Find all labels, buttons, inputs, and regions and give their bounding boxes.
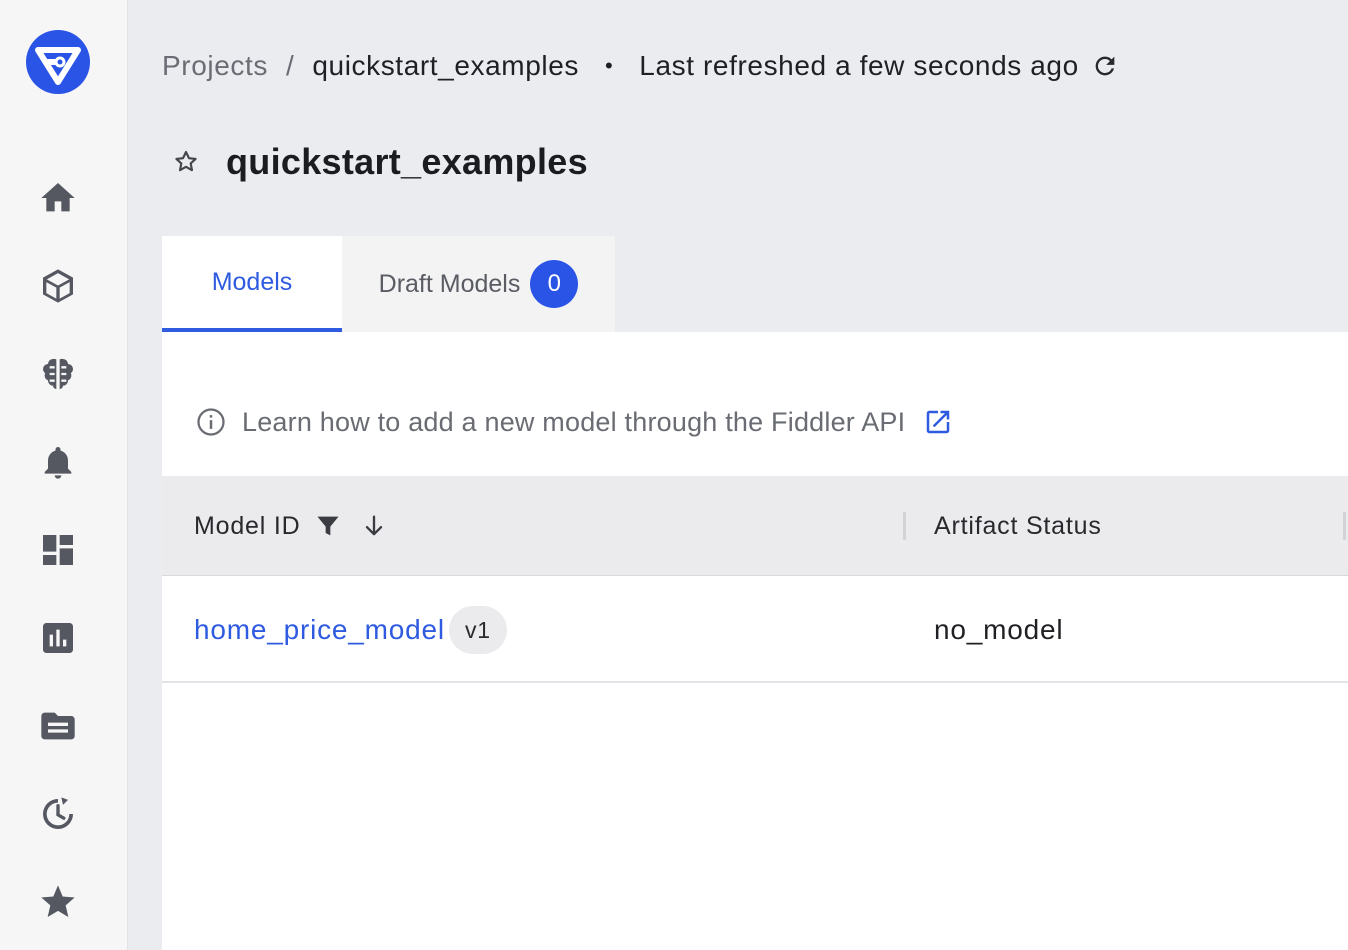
model-link[interactable]: home_price_model [194,614,445,646]
dashboard-icon [43,535,73,565]
title-row: quickstart_examples [170,136,588,188]
column-divider[interactable] [903,512,906,540]
column-header-label: Artifact Status [934,511,1102,540]
home-icon [41,183,75,212]
info-banner: Learn how to add a new model through the… [196,400,953,444]
nav-alerts[interactable] [36,440,80,484]
last-refreshed-text: Last refreshed a few seconds ago [639,50,1079,81]
breadcrumb-dot: • [604,53,614,78]
history-icon [43,797,73,829]
breadcrumb-current: quickstart_examples [312,50,579,81]
tab-draft-models[interactable]: Draft Models 0 [342,236,615,332]
brain-icon [43,358,74,389]
sidebar [0,0,128,950]
info-icon [197,408,225,436]
breadcrumb: Projects / quickstart_examples • Last re… [162,46,1119,86]
draft-count-badge: 0 [530,260,579,308]
nav-charts[interactable] [36,616,80,660]
star-icon [41,885,75,917]
favorite-star-outline-icon[interactable] [170,146,202,178]
tab-draft-models-label: Draft Models [378,269,521,298]
nav-history[interactable] [36,792,80,836]
folder-icon [41,712,75,740]
nav-dashboards[interactable] [36,528,80,572]
filter-icon[interactable] [314,512,342,540]
model-id-cell: home_price_model v1 [194,577,507,683]
version-chip: v1 [448,606,507,654]
tab-bar: Models Draft Models 0 [162,236,615,332]
tab-models-label: Models [211,267,293,296]
page-title: quickstart_examples [226,141,588,182]
table-row[interactable]: home_price_model v1 no_model [162,577,1348,683]
nav-models[interactable] [36,264,80,308]
tab-models[interactable]: Models [162,236,342,332]
table-header: Model ID Artifact Status [162,476,1348,576]
bell-icon [44,447,72,479]
column-header-model-id[interactable]: Model ID [194,476,388,576]
nav-explain[interactable] [36,352,80,396]
info-text: Learn how to add a new model through the… [242,406,906,437]
breadcrumb-projects-link[interactable]: Projects [162,50,268,82]
refresh-icon[interactable] [1091,52,1119,80]
breadcrumb-separator: / [285,50,295,81]
chart-icon [43,623,73,653]
fiddler-logo-icon[interactable] [26,30,90,94]
column-divider[interactable] [1343,512,1346,540]
nav-home[interactable] [36,176,80,220]
artifact-status-cell: no_model [934,614,1064,645]
nav-favorites[interactable] [36,880,80,924]
models-panel: Learn how to add a new model through the… [162,332,1348,950]
nav-datasets[interactable] [36,704,80,748]
sort-arrow-down-icon[interactable] [360,512,388,540]
column-header-label: Model ID [194,511,301,540]
column-header-artifact-status[interactable]: Artifact Status [934,476,1102,576]
external-link-icon[interactable] [923,407,953,437]
cube-icon [43,269,73,303]
